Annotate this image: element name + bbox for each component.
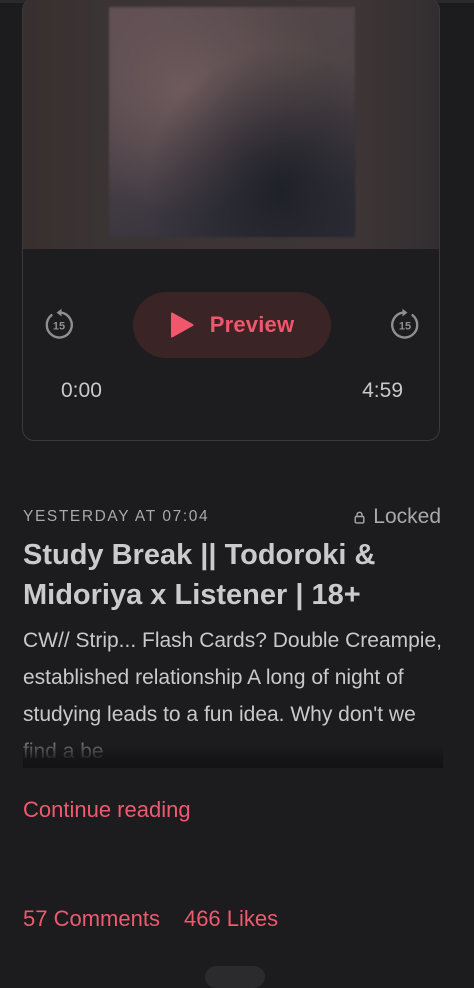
player-controls: 15 Preview 15 <box>23 289 439 361</box>
media-backdrop <box>23 0 439 249</box>
total-duration: 4:59 <box>362 379 403 402</box>
forward-15-icon[interactable]: 15 <box>387 307 423 343</box>
post-title[interactable]: Study Break || Todoroki & Midoriya x Lis… <box>23 535 443 615</box>
post-excerpt-container: CW// Strip... Flash Cards? Double Creamp… <box>23 622 443 768</box>
locked-label: Locked <box>373 505 441 528</box>
continue-reading-link[interactable]: Continue reading <box>23 797 191 823</box>
likes-link[interactable]: 466 Likes <box>184 906 278 932</box>
rewind-seconds-label: 15 <box>53 321 65 333</box>
post-meta-row: YESTERDAY AT 07:04 Locked <box>23 505 443 529</box>
audio-player-card: 15 Preview 15 0:00 4:59 <box>22 0 440 441</box>
current-time: 0:00 <box>61 379 102 402</box>
cover-art-image <box>109 7 355 237</box>
preview-button[interactable]: Preview <box>133 292 331 358</box>
post-date: YESTERDAY AT 07:04 <box>23 508 210 525</box>
bottom-sheet-handle[interactable] <box>205 966 265 988</box>
comments-link[interactable]: 57 Comments <box>23 906 160 932</box>
excerpt-fade-overlay <box>23 726 443 768</box>
rewind-15-icon[interactable]: 15 <box>41 307 77 343</box>
preview-button-label: Preview <box>209 312 295 337</box>
lock-icon <box>354 511 365 524</box>
locked-badge: Locked <box>354 505 441 529</box>
play-icon <box>170 312 194 338</box>
forward-seconds-label: 15 <box>399 321 411 333</box>
post-stats: 57 Comments 466 Likes <box>23 906 278 932</box>
